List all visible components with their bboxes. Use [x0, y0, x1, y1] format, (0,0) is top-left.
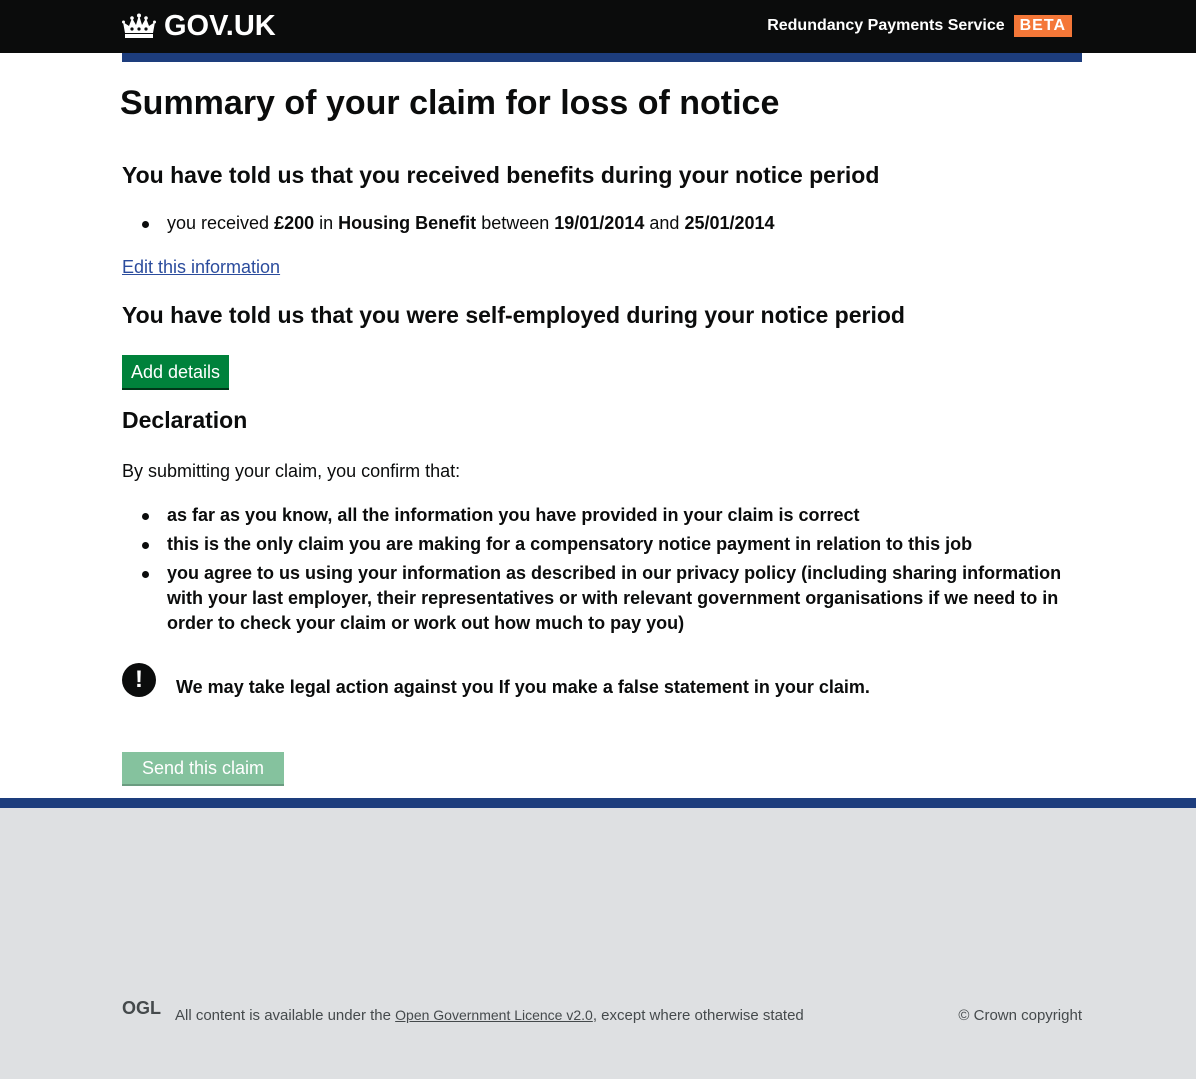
service-nav: Redundancy Payments Service BETA [767, 15, 1072, 37]
exclamation-icon: ! [122, 663, 156, 697]
declaration-heading: Declaration [122, 407, 248, 433]
legal-warning: ! We may take legal action against you I… [122, 661, 870, 699]
self-employed-heading: You have told us that you were self-empl… [122, 302, 905, 328]
benefit-and-text: and [649, 213, 680, 233]
govuk-logo-link[interactable]: GOV.UK [122, 11, 276, 41]
header-blue-bar [122, 53, 1082, 62]
benefit-prefix: you received [167, 213, 270, 233]
warning-text: We may take legal action against you If … [176, 677, 870, 697]
phase-tag: BETA [1013, 15, 1072, 37]
ogl-logo-icon: OGL [122, 999, 161, 1016]
edit-information-link[interactable]: Edit this information [122, 255, 280, 280]
page-title: Summary of your claim for loss of notice [120, 84, 780, 122]
benefit-between-text: between [481, 213, 550, 233]
benefit-end-date: 25/01/2014 [684, 213, 775, 233]
declaration-intro: By submitting your claim, you confirm th… [122, 461, 461, 481]
licence-suffix: , except where otherwise stated [592, 1007, 804, 1024]
benefits-heading: You have told us that you received benef… [122, 162, 880, 188]
crown-copyright-link[interactable]: © Crown copyright [958, 1006, 1082, 1026]
licence-prefix: All content is available under the [175, 1007, 391, 1024]
site-footer: OGL All content is available under the O… [0, 798, 1196, 1079]
list-item: as far as you know, all the information … [140, 503, 1082, 528]
list-item: you agree to us using your information a… [140, 561, 1082, 636]
licence-link[interactable]: Open Government Licence v2.0 [395, 1007, 593, 1023]
ogl-logo-text: OGL [122, 999, 161, 1016]
send-claim-button[interactable]: Send this claim [122, 752, 284, 784]
declaration-list: as far as you know, all the information … [140, 503, 1082, 640]
benefit-amount: £200 [274, 213, 315, 233]
add-details-button[interactable]: Add details [122, 355, 230, 388]
benefit-start-date: 19/01/2014 [554, 213, 645, 233]
main-content: Summary of your claim for loss of notice… [0, 53, 1196, 798]
benefits-list: you received £200 in Housing Benefit bet… [140, 211, 1080, 236]
benefit-in-text: in [319, 213, 334, 233]
site-header: GOV.UK Redundancy Payments Service BETA [0, 0, 1196, 53]
licence-text: All content is available under the Open … [175, 1005, 804, 1026]
benefit-type: Housing Benefit [338, 213, 477, 233]
crown-icon [122, 13, 156, 38]
logo-text: GOV.UK [164, 10, 276, 42]
service-name-link[interactable]: Redundancy Payments Service [767, 15, 1004, 37]
list-item: you received £200 in Housing Benefit bet… [140, 211, 1080, 236]
list-item: this is the only claim you are making fo… [140, 532, 1082, 557]
